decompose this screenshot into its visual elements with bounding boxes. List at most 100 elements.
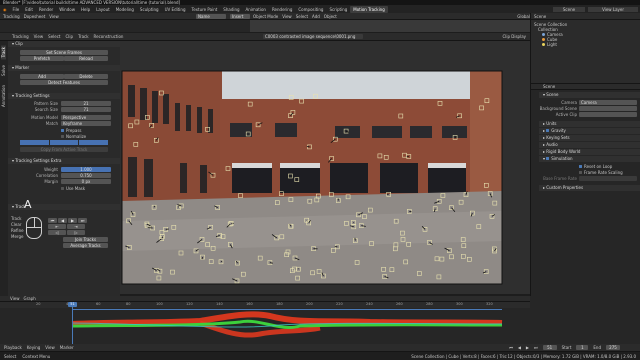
delete-marker-button[interactable]: Delete <box>64 74 108 79</box>
correlation-field[interactable]: 0.750 <box>61 173 111 178</box>
clip-menu-track[interactable]: Track <box>78 34 88 39</box>
channel-blue-toggle[interactable] <box>79 140 109 145</box>
detect-features-button[interactable]: Detect Features <box>20 80 108 85</box>
refine-backward-icon[interactable]: ◁ <box>48 230 66 235</box>
background-scene-field[interactable] <box>579 106 637 111</box>
view-layer-selector[interactable]: View Layer <box>588 6 638 12</box>
play-icon[interactable]: ▶ <box>526 345 529 350</box>
gravity-section-header[interactable]: ▸ Gravity <box>539 128 640 134</box>
search-size-field[interactable]: 71 <box>61 107 111 112</box>
active-clip-field[interactable] <box>579 112 637 117</box>
marker-menu[interactable]: Marker <box>60 345 74 350</box>
menu-file[interactable]: File <box>10 7 23 12</box>
tracking-settings-header[interactable]: ▾ Tracking Settings <box>8 93 120 99</box>
keying-menu[interactable]: Keying <box>27 345 40 350</box>
clear-after-icon[interactable]: ⇥ <box>67 224 85 229</box>
track-backward-icon[interactable]: ⏮ <box>48 218 57 223</box>
viewport-mode[interactable]: Object Mode <box>253 14 278 19</box>
dopesheet-name-field[interactable]: Name <box>196 13 226 19</box>
outliner-light[interactable]: Light <box>534 42 637 47</box>
tab-solve[interactable]: Solve <box>1 65 6 76</box>
menu-help[interactable]: Help <box>78 7 93 12</box>
current-frame-field[interactable]: 51 <box>542 345 557 350</box>
average-tracks-button[interactable]: Average Tracks <box>63 243 108 248</box>
workspace-tab-shading[interactable]: Shading <box>220 6 242 13</box>
scene-selector[interactable]: Scene <box>552 6 586 12</box>
viewport-menu-select[interactable]: Select <box>296 14 308 19</box>
dopesheet-insert-field[interactable]: Insert <box>230 13 250 19</box>
playback-menu[interactable]: Playback <box>4 345 22 350</box>
channel-green-toggle[interactable] <box>49 140 79 145</box>
tab-annotation[interactable]: Annotation <box>1 85 6 107</box>
blender-logo-icon[interactable]: ◉ <box>0 7 10 12</box>
rigid-body-section-header[interactable]: ▸ Rigid Body World <box>539 149 640 155</box>
clip-path-field[interactable]: C0003 contrasted image sequence\0001.png <box>262 34 363 39</box>
viewport-menu-add[interactable]: Add <box>312 14 320 19</box>
tracking-extra-header[interactable]: ▾ Tracking Settings Extra <box>8 158 120 164</box>
add-marker-button[interactable]: Add <box>20 74 64 79</box>
graph-menu-view[interactable]: View <box>10 296 20 301</box>
menu-render[interactable]: Render <box>36 7 56 12</box>
clip-menu-view[interactable]: View <box>34 34 44 39</box>
current-frame-indicator[interactable]: 51 <box>68 302 77 307</box>
weight-slider[interactable]: 1.000 <box>61 167 111 172</box>
dopesheet-mode[interactable]: Tracking <box>3 14 20 19</box>
workspace-tab-rendering[interactable]: Rendering <box>269 6 295 13</box>
workspace-tab-layout[interactable]: Layout <box>93 6 113 13</box>
motion-model-select[interactable]: Perspective <box>61 115 111 120</box>
workspace-tab-animation[interactable]: Animation <box>243 6 269 13</box>
dopesheet-view-menu[interactable]: View <box>49 14 59 19</box>
timeline-view-menu[interactable]: View <box>45 345 55 350</box>
prepass-checkbox[interactable] <box>61 129 64 132</box>
viewport-menu-view[interactable]: View <box>282 14 292 19</box>
viewport-menu-object[interactable]: Object <box>324 14 337 19</box>
end-frame-field[interactable]: 275 <box>606 345 620 350</box>
set-scene-frames-button[interactable]: Set Scene Frames <box>20 50 108 55</box>
tab-track[interactable]: Track <box>1 45 6 60</box>
track-next-icon[interactable]: ▶ <box>68 218 77 223</box>
use-mask-checkbox[interactable] <box>61 187 64 190</box>
gravity-checkbox[interactable] <box>546 129 550 132</box>
motion-curves[interactable] <box>0 308 530 344</box>
frame-rate-scaling-checkbox[interactable] <box>579 171 582 174</box>
clip-viewer[interactable] <box>120 41 530 294</box>
prefetch-button[interactable]: Prefetch <box>20 56 64 61</box>
base-frame-rate-field[interactable] <box>579 176 637 181</box>
track-previous-icon[interactable]: ◀ <box>58 218 67 223</box>
jump-end-icon[interactable]: ⏭ <box>534 345 538 350</box>
dopesheet-area[interactable] <box>0 20 250 32</box>
normalize-checkbox[interactable] <box>61 135 64 138</box>
match-select[interactable]: Keyframe <box>61 121 111 126</box>
tracking-graph[interactable]: 20 40 60 80 100 120 140 160 180 200 220 … <box>0 302 530 344</box>
channel-red-toggle[interactable] <box>20 140 49 145</box>
workspace-tab-uv-editing[interactable]: UV Editing <box>162 6 189 13</box>
clip-menu-clip[interactable]: Clip <box>66 34 74 39</box>
reload-button[interactable]: Reload <box>64 56 108 61</box>
reset-on-loop-checkbox[interactable] <box>579 165 582 168</box>
workspace-tab-texture-paint[interactable]: Texture Paint <box>188 6 220 13</box>
pattern-size-field[interactable]: 21 <box>61 101 111 106</box>
units-section-header[interactable]: ▸ Units <box>539 121 640 127</box>
copy-from-active-button[interactable]: Copy From Active Track <box>20 147 108 152</box>
workspace-tab-scripting[interactable]: Scripting <box>326 6 350 13</box>
graph-menu-graph[interactable]: Graph <box>24 296 36 301</box>
audio-section-header[interactable]: ▸ Audio <box>539 142 640 148</box>
playhead[interactable] <box>72 302 73 344</box>
workspace-tab-motion-tracking[interactable]: Motion Tracking <box>350 5 388 13</box>
simulation-section-header[interactable]: ▾ Simulation <box>539 156 640 162</box>
clip-mode-selector[interactable]: Tracking <box>12 34 29 39</box>
simulation-checkbox[interactable] <box>546 157 550 160</box>
refine-forward-icon[interactable]: ▷ <box>67 230 85 235</box>
start-frame-field[interactable]: 1 <box>576 345 589 350</box>
viewport-3d[interactable] <box>250 20 530 32</box>
workspace-tab-modeling[interactable]: Modeling <box>113 6 137 13</box>
clear-before-icon[interactable]: ⇤ <box>48 224 66 229</box>
viewport-orientation[interactable]: Global <box>517 14 530 19</box>
clip-display-menu[interactable]: Clip Display <box>502 34 526 39</box>
keying-sets-section-header[interactable]: ▸ Keying Sets <box>539 135 640 141</box>
join-tracks-button[interactable]: Join Tracks <box>63 237 108 242</box>
clip-menu-select[interactable]: Select <box>48 34 60 39</box>
clip-section-header[interactable]: ▾ Clip <box>8 41 120 47</box>
jump-start-icon[interactable]: ⏮ <box>509 345 513 350</box>
scene-section-header[interactable]: ▾ Scene <box>539 92 640 98</box>
